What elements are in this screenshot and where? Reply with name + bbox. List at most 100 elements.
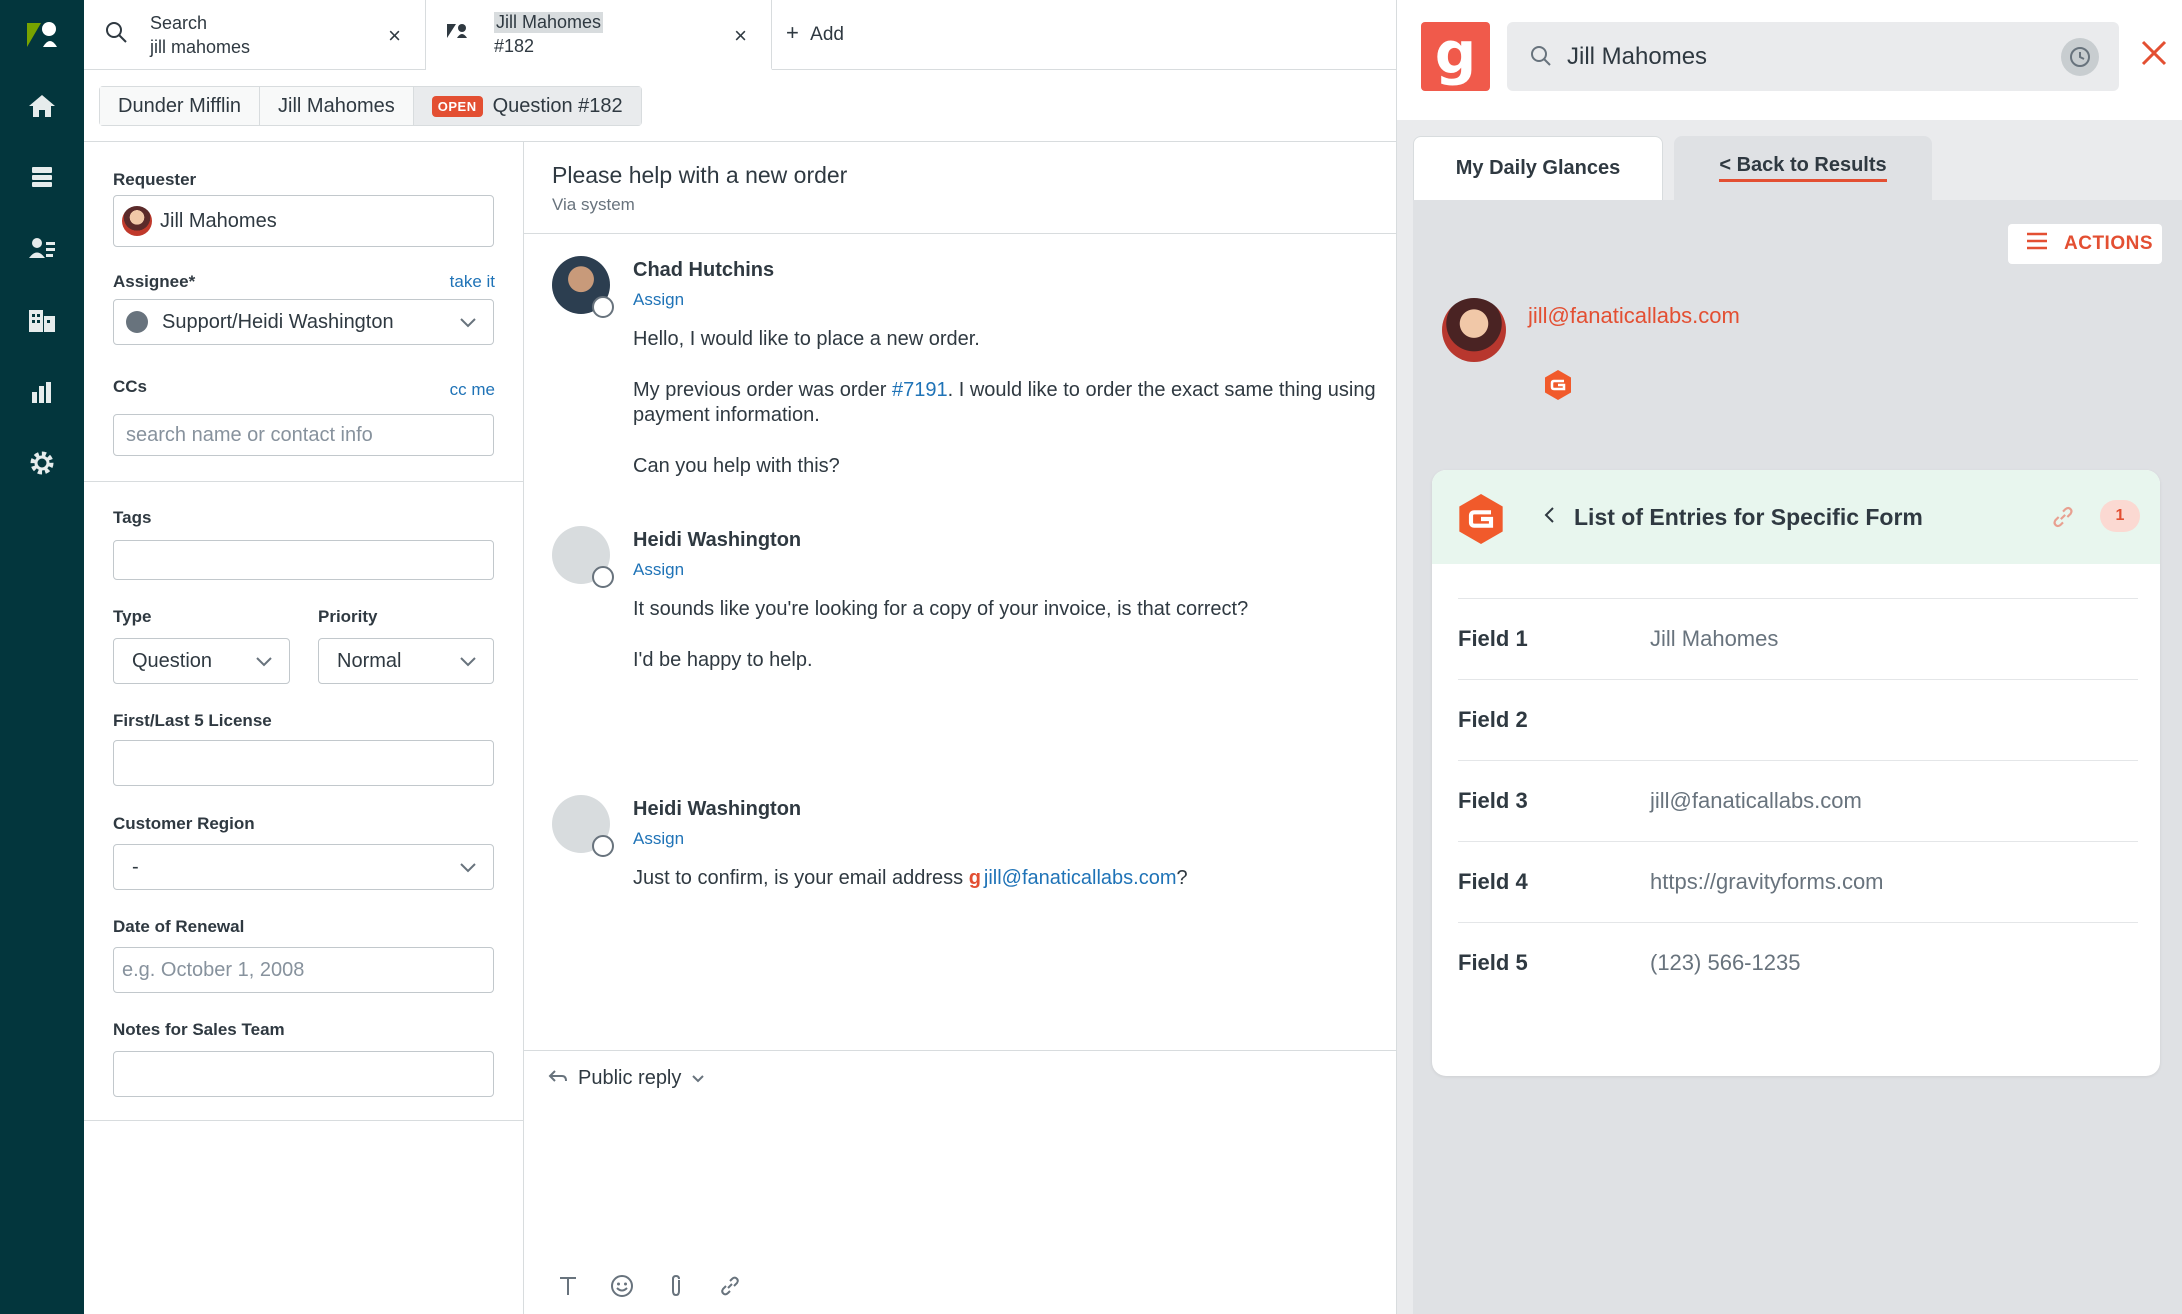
conversation-pane: Please help with a new order Via system … bbox=[524, 142, 1396, 1314]
assign-link[interactable]: Assign bbox=[633, 560, 684, 580]
requester-field[interactable]: Jill Mahomes bbox=[113, 195, 494, 247]
breadcrumb-organization[interactable]: Dunder Mifflin bbox=[100, 87, 261, 125]
ticket-label: Question #182 bbox=[492, 94, 623, 117]
assign-link[interactable]: Assign bbox=[633, 290, 684, 310]
message: Heidi Washington Assign Just to confirm,… bbox=[552, 795, 1396, 905]
message: Chad Hutchins Assign Hello, I would like… bbox=[552, 256, 1396, 496]
history-clock-icon[interactable] bbox=[2061, 38, 2099, 76]
order-link[interactable]: #7191 bbox=[892, 379, 948, 401]
reply-type-select[interactable]: Public reply bbox=[548, 1067, 705, 1090]
message-text-part: . I would like to order the exact same t… bbox=[947, 379, 1376, 401]
text-format-icon[interactable] bbox=[554, 1272, 582, 1300]
gravity-forms-icon bbox=[1456, 492, 1506, 552]
close-icon[interactable] bbox=[2139, 38, 2169, 74]
avatar bbox=[552, 256, 614, 318]
tab-search[interactable]: Search jill mahomes × bbox=[84, 0, 426, 70]
assignee-label: Assignee* bbox=[113, 272, 196, 291]
close-tab-icon[interactable]: × bbox=[388, 23, 401, 49]
reporting-icon[interactable] bbox=[22, 372, 62, 412]
views-icon[interactable] bbox=[22, 157, 62, 197]
customers-icon[interactable] bbox=[22, 228, 62, 268]
notes-input[interactable] bbox=[113, 1051, 494, 1097]
link-icon[interactable] bbox=[2050, 504, 2076, 536]
attachment-icon[interactable] bbox=[662, 1272, 690, 1300]
home-icon[interactable] bbox=[22, 86, 62, 126]
tab-label: < Back to Results bbox=[1719, 154, 1887, 182]
email-link[interactable]: jill@fanaticallabs.com bbox=[984, 867, 1177, 889]
field-value: jill@fanaticallabs.com bbox=[1650, 788, 1862, 813]
chevron-left-icon[interactable] bbox=[1542, 504, 1556, 532]
priority-value: Normal bbox=[337, 649, 402, 672]
breadcrumb-ticket[interactable]: OPEN Question #182 bbox=[413, 87, 641, 125]
ticket-tabbar: Search jill mahomes × Jill Mahomes #182 … bbox=[84, 0, 1396, 70]
message-author: Heidi Washington bbox=[633, 529, 802, 551]
type-select[interactable]: Question bbox=[113, 638, 290, 684]
gravity-g-icon[interactable]: g bbox=[969, 867, 981, 889]
tab-back-to-results[interactable]: < Back to Results bbox=[1674, 136, 1932, 200]
chevron-down-icon bbox=[255, 651, 273, 674]
field-value: https://gravityforms.com bbox=[1650, 869, 1884, 894]
cc-me-link[interactable]: cc me bbox=[450, 380, 495, 400]
message-text: Can you help with this? bbox=[633, 455, 840, 477]
field-row: Field 4 https://gravityforms.com bbox=[1458, 841, 2138, 922]
entries-card: List of Entries for Specific Form 1 Fiel… bbox=[1432, 470, 2160, 1076]
actions-label: ACTIONS bbox=[2064, 233, 2153, 254]
search-icon bbox=[104, 20, 128, 50]
search-icon bbox=[1529, 44, 1553, 75]
message: Heidi Washington Assign It sounds like y… bbox=[552, 526, 1396, 686]
field-value: (123) 566-1235 bbox=[1650, 950, 1801, 975]
priority-label: Priority bbox=[318, 607, 378, 626]
message-text-part: My previous order was order bbox=[633, 379, 892, 401]
tab-subtitle: #182 bbox=[494, 35, 535, 56]
type-value: Question bbox=[132, 649, 213, 672]
field-key: Field 4 bbox=[1458, 869, 1528, 894]
field-row: Field 3 jill@fanaticallabs.com bbox=[1458, 760, 2138, 841]
assignee-select[interactable]: Support/Heidi Washington bbox=[113, 299, 494, 345]
breadcrumb-user[interactable]: Jill Mahomes bbox=[260, 87, 414, 125]
renewal-input[interactable]: e.g. October 1, 2008 bbox=[113, 947, 494, 993]
close-tab-icon[interactable]: × bbox=[734, 23, 747, 49]
organizations-icon[interactable] bbox=[22, 300, 62, 340]
message-text: I'd be happy to help. bbox=[633, 649, 813, 671]
message-text: It sounds like you're looking for a copy… bbox=[633, 598, 1249, 620]
divider bbox=[524, 1050, 1396, 1051]
license-input[interactable] bbox=[113, 740, 494, 786]
tab-my-daily-glances[interactable]: My Daily Glances bbox=[1413, 136, 1663, 200]
card-title: List of Entries for Specific Form bbox=[1574, 504, 1923, 530]
tags-input[interactable] bbox=[113, 540, 494, 580]
assign-link[interactable]: Assign bbox=[633, 829, 684, 849]
ccs-input[interactable]: search name or contact info bbox=[113, 414, 494, 456]
message-text: Just to confirm, is your email address g… bbox=[633, 866, 1188, 891]
product-nav bbox=[0, 0, 84, 1314]
gravity-forms-icon[interactable] bbox=[1543, 369, 1573, 407]
user-badge-icon bbox=[592, 296, 614, 318]
take-it-link[interactable]: take it bbox=[450, 272, 495, 292]
app-search-value: Jill Mahomes bbox=[1567, 42, 1708, 70]
chevron-down-icon bbox=[691, 1067, 705, 1090]
tab-subtitle: jill mahomes bbox=[150, 36, 251, 57]
renewal-label: Date of Renewal bbox=[113, 917, 245, 936]
ticket-properties-panel: Requester Jill Mahomes Assignee* take it… bbox=[84, 142, 524, 1314]
tab-ticket[interactable]: Jill Mahomes #182 × bbox=[426, 0, 772, 70]
app-search-input[interactable]: Jill Mahomes bbox=[1507, 22, 2119, 91]
tags-label: Tags bbox=[113, 508, 152, 527]
actions-button[interactable]: ACTIONS bbox=[2008, 224, 2162, 264]
ticket-icon bbox=[446, 21, 468, 47]
add-tab-button[interactable]: + Add bbox=[786, 20, 844, 46]
link-icon[interactable] bbox=[716, 1272, 744, 1300]
divider bbox=[84, 481, 524, 482]
avatar bbox=[552, 795, 614, 857]
priority-select[interactable]: Normal bbox=[318, 638, 494, 684]
assignee-value: Support/Heidi Washington bbox=[162, 310, 394, 333]
status-badge: OPEN bbox=[431, 95, 483, 117]
chevron-down-icon bbox=[459, 857, 477, 880]
region-select[interactable]: - bbox=[113, 844, 494, 890]
ccs-label: CCs bbox=[113, 377, 148, 396]
zendesk-logo-icon[interactable] bbox=[22, 14, 62, 54]
requester-value: Jill Mahomes bbox=[160, 209, 277, 232]
emoji-icon[interactable] bbox=[608, 1272, 636, 1300]
message-author: Chad Hutchins bbox=[633, 259, 775, 281]
settings-icon[interactable] bbox=[22, 443, 62, 483]
avatar bbox=[122, 206, 152, 236]
contact-email-link[interactable]: jill@fanaticallabs.com bbox=[1528, 303, 1740, 329]
